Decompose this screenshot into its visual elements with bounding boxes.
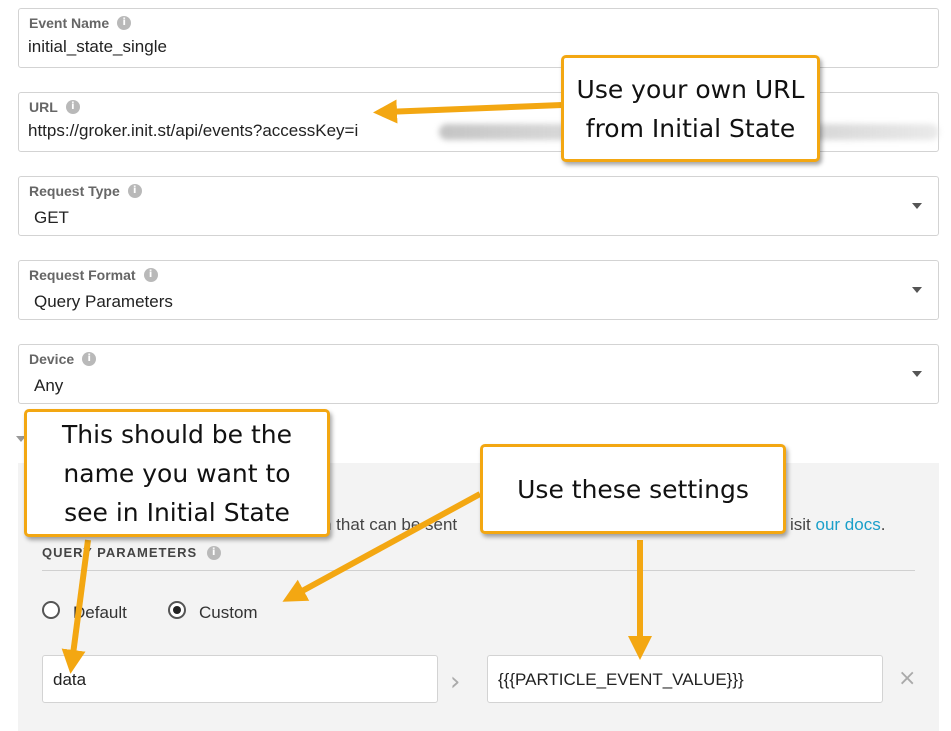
section-divider [42,570,915,571]
settings-callout: Use these settings [480,444,786,534]
chevron-down-icon[interactable] [912,287,922,293]
url-label: URL i [29,99,80,115]
device-value: Any [34,376,64,395]
request-format-select[interactable]: Request Format i Query Parameters [18,260,939,320]
docs-link[interactable]: our docs [816,515,881,534]
chevron-right-icon: › [450,667,461,697]
device-select[interactable]: Device i Any [18,344,939,404]
info-icon[interactable]: i [82,352,97,366]
radio-custom[interactable] [168,601,186,619]
url-callout: Use your own URL from Initial State [561,55,820,162]
advanced-description-visit: isit our docs. [790,515,886,534]
radio-default-label[interactable]: Default [73,603,127,623]
chevron-down-icon[interactable] [912,203,922,209]
param-value-input[interactable]: {{{PARTICLE_EVENT_VALUE}}} [487,655,883,703]
param-key-input[interactable]: data [42,655,438,703]
name-callout: This should be the name you want to see … [24,409,330,537]
info-icon[interactable]: i [65,100,80,114]
request-format-label: Request Format i [29,267,158,283]
info-icon[interactable]: i [127,184,142,198]
query-parameters-title: QUERY PARAMETERS i [42,545,222,560]
info-icon[interactable]: i [117,16,132,30]
chevron-down-icon[interactable] [912,371,922,377]
close-icon[interactable]: × [898,666,916,691]
event-name-value: initial_state_single [28,37,167,56]
request-type-value: GET [34,208,69,227]
request-type-label: Request Type i [29,183,142,199]
request-format-value: Query Parameters [34,292,173,311]
advanced-description-fragment: n that can be sent [322,515,458,534]
event-name-label: Event Name i [29,15,132,31]
request-type-select[interactable]: Request Type i GET [18,176,939,236]
radio-default[interactable] [42,601,60,619]
url-value: https://groker.init.st/api/events?access… [28,121,359,140]
info-icon[interactable]: i [143,268,158,282]
radio-custom-label[interactable]: Custom [199,603,258,623]
device-label: Device i [29,351,97,367]
info-icon[interactable]: i [207,545,222,560]
